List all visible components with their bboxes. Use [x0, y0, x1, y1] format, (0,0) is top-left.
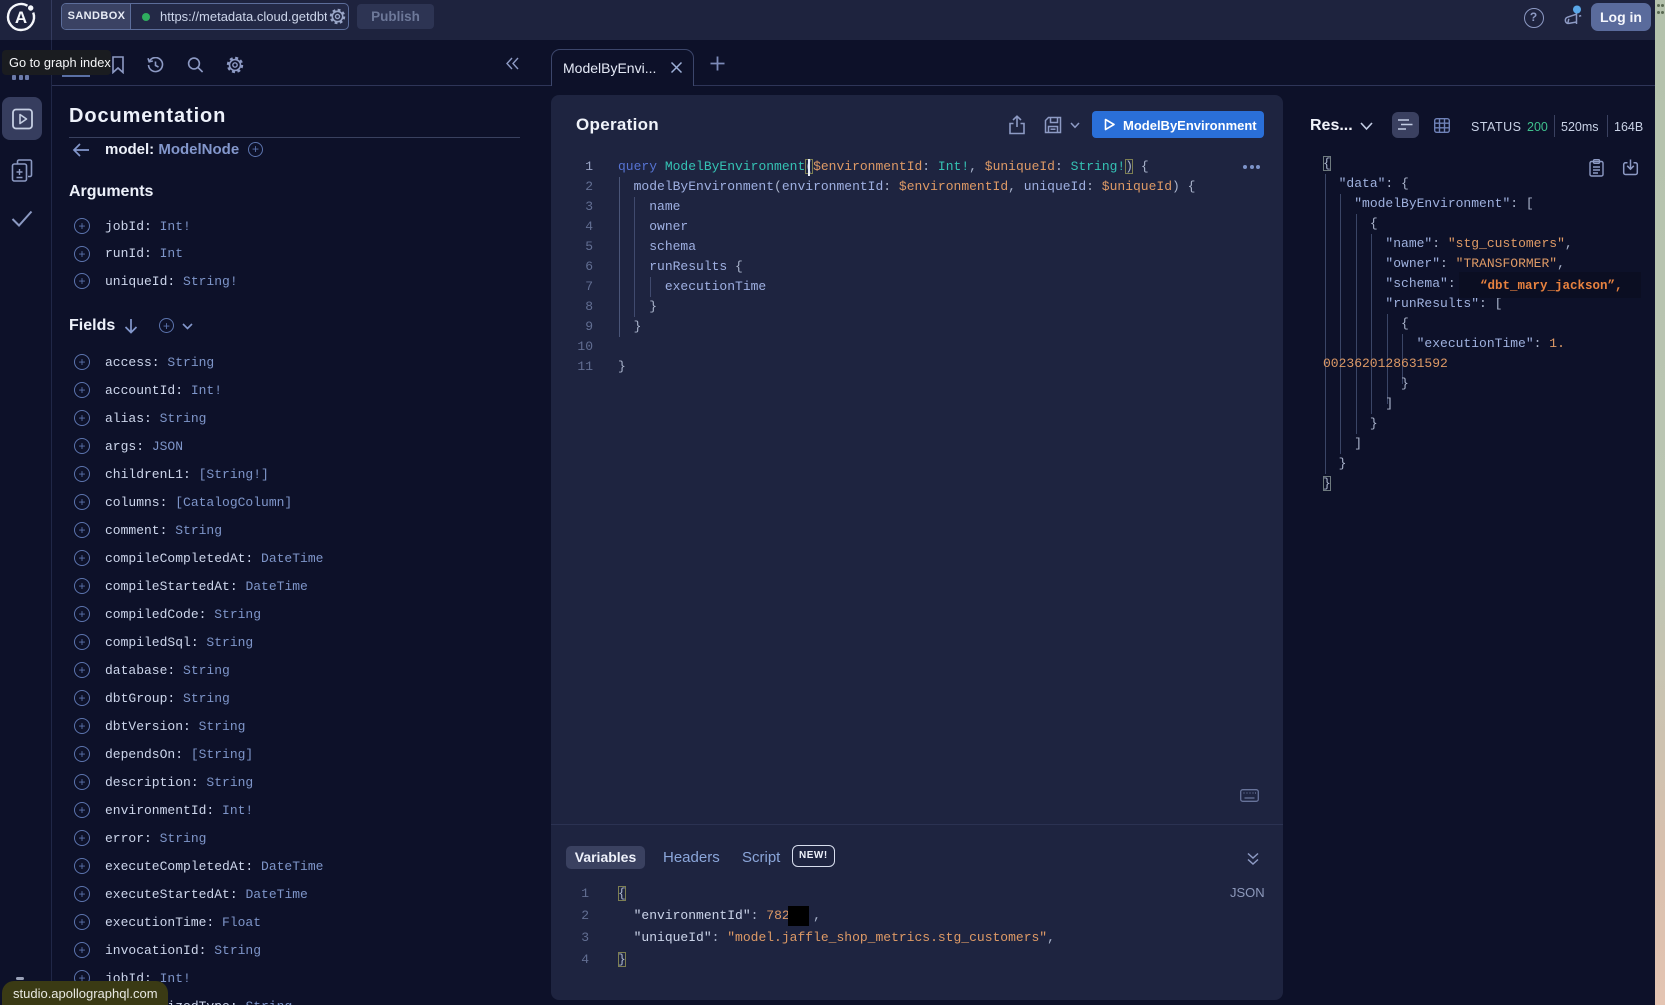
svg-text:A: A	[15, 8, 27, 27]
